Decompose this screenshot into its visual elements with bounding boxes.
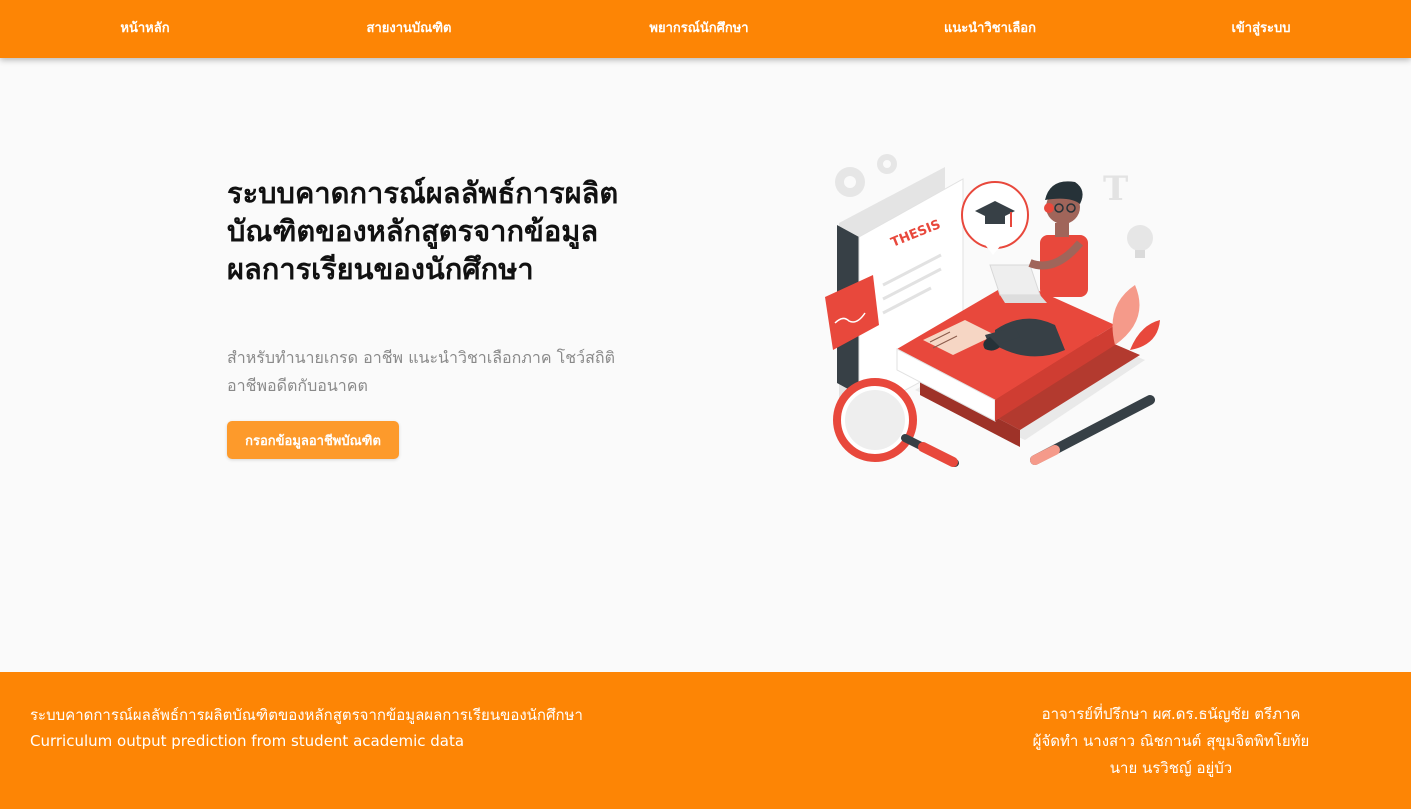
lightbulb-icon xyxy=(1127,225,1153,258)
nav-elective-recommendation-link[interactable]: แนะนำวิชาเลือก xyxy=(944,0,1036,58)
letter-t-icon: T xyxy=(1103,169,1128,209)
top-navbar: หน้าหลัก สายงานบัณฑิต พยากรณ์นักศึกษา แน… xyxy=(0,0,1411,58)
plant-leaf xyxy=(1112,285,1160,350)
footer-author-1: ผู้จัดทำ นางสาว ณิชกานต์ สุขุมจิตพิทโยทั… xyxy=(1032,732,1310,750)
footer-advisor: อาจารย์ที่ปรึกษา ผศ.ดร.ธนัญชัย ตรีภาค xyxy=(1041,705,1301,723)
enter-graduate-career-button[interactable]: กรอกข้อมูลอาชีพบัณฑิต xyxy=(227,421,399,459)
gear-icon xyxy=(835,154,897,197)
nav-home-link[interactable]: หน้าหลัก xyxy=(120,0,169,58)
hero-subtitle: สำหรับทำนายเกรด อาชีพ แนะนำวิชาเลือกภาค … xyxy=(227,348,615,395)
student-thesis-illustration: T THESIS xyxy=(825,154,1160,467)
footer-project-title-thai: ระบบคาดการณ์ผลลัพธ์การผลิตบัณฑิตของหลักส… xyxy=(30,706,583,724)
nav-student-prediction-link[interactable]: พยากรณ์นักศึกษา xyxy=(649,0,748,58)
nav-login-link[interactable]: เข้าสู่ระบบ xyxy=(1231,0,1290,58)
hero-title: ระบบคาดการณ์ผลลัพธ์การผลิตบัณฑิตของหลักส… xyxy=(227,176,619,286)
nav-graduate-careers-link[interactable]: สายงานบัณฑิต xyxy=(367,0,452,58)
footer-credits: อาจารย์ที่ปรึกษา ผศ.ดร.ธนัญชัย ตรีภาค ผู… xyxy=(961,701,1381,782)
footer-author-2: นาย นรวิชญ์ อยู่บัว xyxy=(1109,759,1233,777)
footer-project-info: ระบบคาดการณ์ผลลัพธ์การผลิตบัณฑิตของหลักส… xyxy=(30,702,583,754)
graduation-cap-speech-bubble xyxy=(961,181,1029,255)
footer-project-title-english: Curriculum output prediction from studen… xyxy=(30,732,465,750)
page-footer: ระบบคาดการณ์ผลลัพธ์การผลิตบัณฑิตของหลักส… xyxy=(0,672,1411,809)
